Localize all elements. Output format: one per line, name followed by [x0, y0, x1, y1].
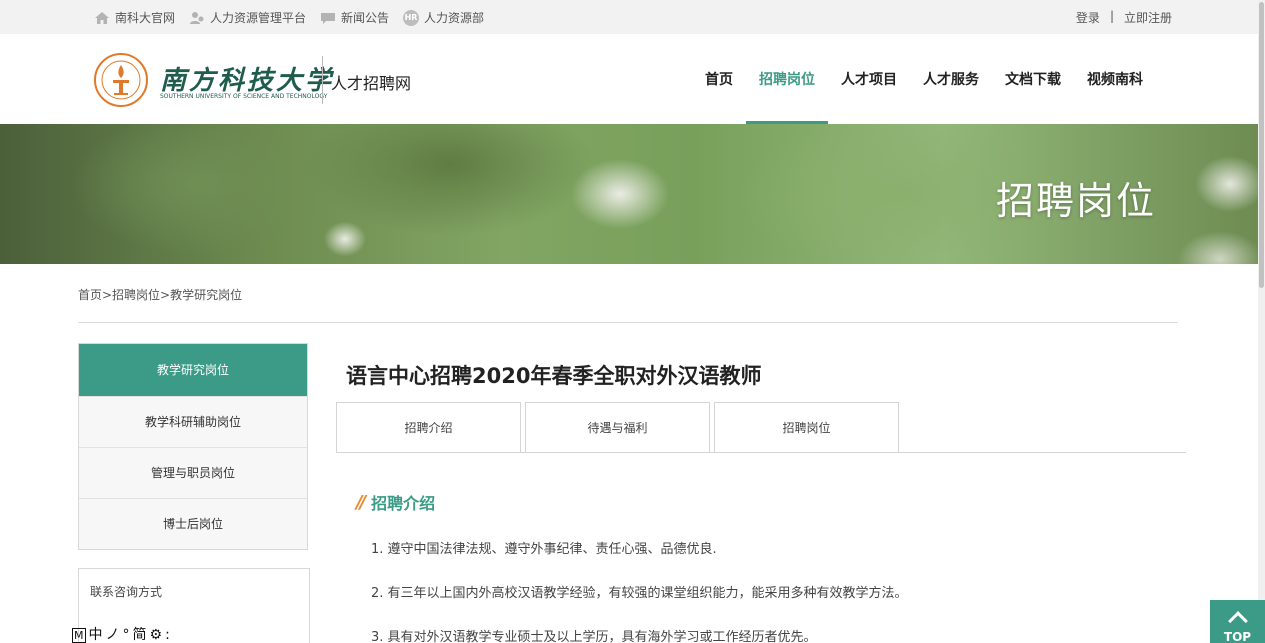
- users-icon: [190, 11, 204, 24]
- sidebar-item-postdoc[interactable]: 博士后岗位: [79, 498, 307, 549]
- page-scrollbar[interactable]: [1258, 0, 1265, 643]
- ime-punctuation-toggle[interactable]: °: [123, 628, 130, 643]
- chevron-up-icon: [1227, 611, 1248, 631]
- register-link[interactable]: 立即注册: [1124, 9, 1172, 26]
- sidebar-item-teaching-research[interactable]: 教学研究岗位: [79, 344, 307, 396]
- top-link-label: 人力资源管理平台: [210, 11, 307, 25]
- section-marker-icon: //: [356, 491, 366, 513]
- sidebar-item-management-staff[interactable]: 管理与职员岗位: [79, 447, 307, 498]
- main-nav: 首页 招聘岗位 人才项目 人才服务 文档下载 视频南科: [692, 34, 1156, 124]
- ime-chinese-toggle[interactable]: 中: [89, 628, 103, 643]
- top-link-hr-platform[interactable]: 人力资源管理平台: [189, 9, 306, 26]
- ime-more-icon[interactable]: :: [165, 628, 170, 643]
- site-name: 人才招聘网: [331, 74, 412, 93]
- nav-item-home[interactable]: 首页: [692, 34, 746, 124]
- top-link-official-site[interactable]: 南科大官网: [94, 9, 175, 26]
- top-link-label: 南科大官网: [115, 11, 176, 25]
- logo-divider: [322, 56, 323, 104]
- tab-positions[interactable]: 招聘岗位: [714, 402, 899, 453]
- paragraph-3: 3. 具有对外汉语教学专业硕士及以上学历，具有海外学习或工作经历者优先。: [371, 630, 817, 643]
- top-link-label: 人力资源部: [424, 11, 485, 25]
- tab-recruitment-intro[interactable]: 招聘介绍: [336, 402, 521, 453]
- section-label: 招聘介绍: [371, 494, 436, 513]
- top-link-label: 新闻公告: [341, 11, 390, 25]
- nav-item-talent-programs[interactable]: 人才项目: [828, 34, 910, 124]
- ime-halfwidth-toggle[interactable]: ノ: [106, 628, 120, 643]
- chat-icon: [321, 12, 336, 24]
- paragraph-2: 2. 有三年以上国内外高校汉语教学经验，有较强的课堂组织能力，能采用多种有效教学…: [371, 586, 908, 601]
- account-links: 登录 | 立即注册: [1076, 9, 1172, 26]
- nav-item-videos[interactable]: 视频南科: [1074, 34, 1156, 124]
- ime-settings-icon[interactable]: ⚙: [150, 628, 163, 643]
- hr-badge-icon: HR: [403, 9, 420, 26]
- article-title: 语言中心招聘2020年春季全职对外汉语教师: [346, 364, 762, 388]
- ime-simplified-toggle[interactable]: 简: [133, 628, 147, 643]
- banner-title: 招聘岗位: [995, 179, 1156, 223]
- content-tabs: 招聘介绍 待遇与福利 招聘岗位: [336, 402, 899, 453]
- tab-benefits[interactable]: 待遇与福利: [525, 402, 710, 453]
- nav-item-talent-services[interactable]: 人才服务: [910, 34, 992, 124]
- scrollbar-thumb[interactable]: [1259, 2, 1264, 288]
- home-icon: [95, 11, 109, 24]
- top-link-news[interactable]: 新闻公告: [320, 9, 389, 26]
- sidebar-menu: 教学研究岗位 教学科研辅助岗位 管理与职员岗位 博士后岗位: [78, 343, 308, 550]
- top-links: 南科大官网 人力资源管理平台 新闻公告 HR 人力资源部: [94, 9, 484, 26]
- top-link-hr-department[interactable]: HR 人力资源部: [403, 9, 484, 26]
- top-utility-bar: 南科大官网 人力资源管理平台 新闻公告 HR 人力资源部 登录 | 立即注册: [0, 0, 1258, 34]
- paragraph-1: 1. 遵守中国法律法规、遵守外事纪律、责任心强、品德优良.: [371, 542, 717, 557]
- ime-mode-icon[interactable]: M: [72, 628, 86, 643]
- back-to-top-button[interactable]: TOP: [1210, 600, 1265, 643]
- breadcrumb[interactable]: 首页>招聘岗位>教学研究岗位: [78, 286, 242, 303]
- contact-title: 联系咨询方式: [90, 585, 163, 599]
- site-header: 南方科技大学 SOUTHERN UNIVERSITY OF SCIENCE AN…: [0, 34, 1258, 124]
- tabs-divider: [336, 452, 1186, 453]
- sidebar-item-teaching-support[interactable]: 教学科研辅助岗位: [79, 396, 307, 447]
- logo-wordmark-en: SOUTHERN UNIVERSITY OF SCIENCE AND TECHN…: [160, 93, 328, 100]
- login-link[interactable]: 登录: [1076, 9, 1100, 26]
- logo-wordmark-cn[interactable]: 南方科技大学: [160, 60, 334, 97]
- nav-item-positions[interactable]: 招聘岗位: [746, 34, 828, 124]
- university-emblem-icon[interactable]: [94, 53, 148, 107]
- divider: [78, 322, 1178, 323]
- ime-toolbar[interactable]: M 中 ノ ° 简 ⚙ :: [72, 628, 170, 643]
- separator: |: [1109, 9, 1114, 23]
- section-heading: // 招聘介绍: [356, 490, 435, 514]
- nav-item-downloads[interactable]: 文档下载: [992, 34, 1074, 124]
- back-to-top-label: TOP: [1223, 630, 1252, 643]
- page-banner: 招聘岗位: [0, 124, 1258, 264]
